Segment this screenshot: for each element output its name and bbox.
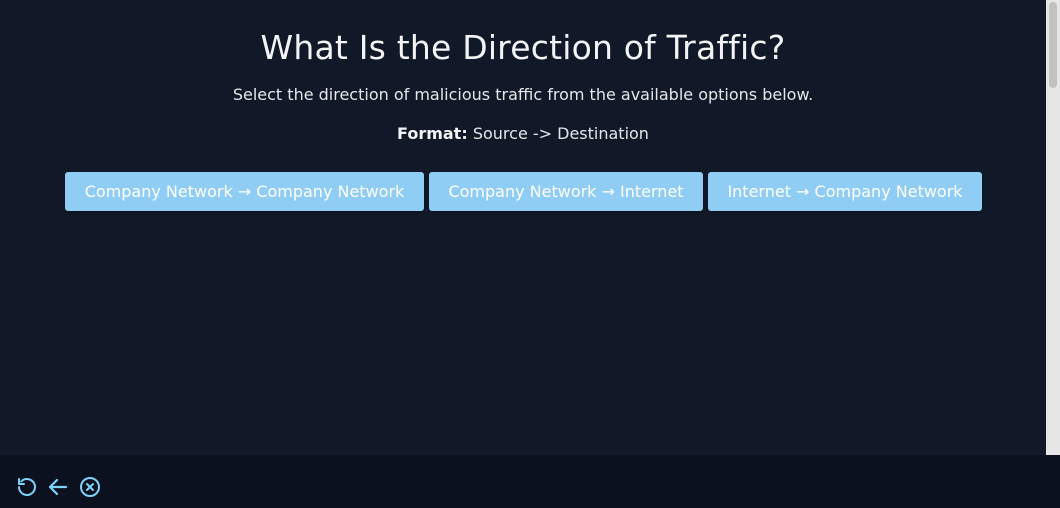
close-circle-icon <box>78 475 102 499</box>
scrollbar-thumb[interactable] <box>1049 2 1057 88</box>
restart-icon <box>15 475 39 499</box>
close-button[interactable] <box>78 475 102 499</box>
main-panel: What Is the Direction of Traffic? Select… <box>0 0 1046 455</box>
format-label: Format: <box>397 124 468 143</box>
option-company-to-company-button[interactable]: Company Network → Company Network <box>65 172 424 211</box>
back-button[interactable] <box>46 475 70 499</box>
format-value: Source -> Destination <box>472 124 649 143</box>
page: What Is the Direction of Traffic? Select… <box>0 0 1060 508</box>
vertical-scrollbar[interactable] <box>1046 0 1060 455</box>
footer-controls <box>0 455 1060 508</box>
option-company-to-internet-button[interactable]: Company Network → Internet <box>429 172 703 211</box>
page-title: What Is the Direction of Traffic? <box>260 28 786 67</box>
option-internet-to-company-button[interactable]: Internet → Company Network <box>708 172 982 211</box>
instructions-text: Select the direction of malicious traffi… <box>232 85 814 104</box>
format-hint: Format: Source -> Destination <box>0 124 1046 143</box>
answer-options: Company Network → Company Network Compan… <box>65 172 982 211</box>
back-arrow-icon <box>46 475 70 499</box>
restart-button[interactable] <box>15 475 39 499</box>
